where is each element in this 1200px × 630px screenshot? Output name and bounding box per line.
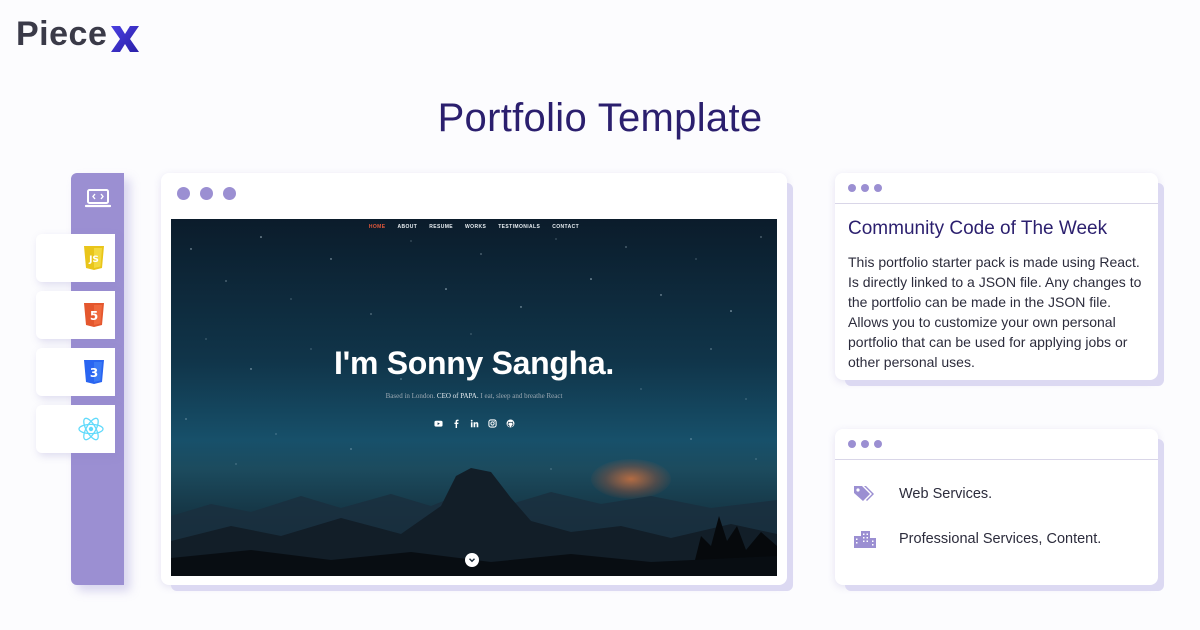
logo-x-mark <box>111 26 140 52</box>
logo-text: Piece <box>16 15 108 53</box>
svg-text:3: 3 <box>90 366 98 380</box>
hero-sub-post: I eat, sleep and breathe React <box>478 392 563 400</box>
scroll-down-button[interactable] <box>465 553 479 567</box>
tech-card-html5: 5 <box>36 291 115 339</box>
css3-icon: 3 <box>84 360 104 384</box>
industry-row: Professional Services, Content. <box>853 529 1101 549</box>
window-dot <box>200 187 213 200</box>
linkedin-icon <box>470 419 479 428</box>
card-header <box>835 173 1158 204</box>
tag-icon <box>854 486 874 501</box>
youtube-icon <box>433 419 443 428</box>
card-dots <box>848 184 882 192</box>
html5-icon: 5 <box>84 303 104 327</box>
tech-card-react <box>36 405 115 453</box>
window-dots <box>177 187 236 200</box>
hero-social-icons <box>171 419 777 428</box>
svg-text:JS: JS <box>88 255 99 265</box>
community-code-card: Community Code of The Week This portfoli… <box>835 173 1158 380</box>
card-description: This portfolio starter pack is made usin… <box>848 254 1142 370</box>
piecex-logo[interactable]: Piece <box>16 14 141 54</box>
product-info-card: Web Services. Professional Services, Con… <box>835 429 1158 585</box>
buildings-icon <box>854 531 876 548</box>
preview-nav-item: RESUME <box>429 224 454 230</box>
card-header <box>835 429 1158 460</box>
window-dot <box>177 187 190 200</box>
card-dots <box>848 440 882 448</box>
category-label: Web Services. <box>899 486 993 502</box>
hero-sub-pre: Based in London. <box>385 392 437 400</box>
portfolio-preview-window: HOME ABOUT RESUME WORKS TESTIMONIALS CON… <box>161 173 787 585</box>
preview-nav-item: HOME <box>368 224 386 230</box>
window-dot <box>874 440 882 448</box>
facebook-icon <box>452 419 461 428</box>
window-dot <box>223 187 236 200</box>
window-dot <box>861 440 869 448</box>
react-icon <box>78 417 104 441</box>
preview-nav-item: WORKS <box>465 224 487 230</box>
svg-text:5: 5 <box>90 309 98 323</box>
instagram-icon <box>487 419 497 428</box>
github-icon <box>506 419 515 428</box>
preview-nav: HOME ABOUT RESUME WORKS TESTIMONIALS CON… <box>171 224 777 230</box>
javascript-icon: JS <box>84 246 104 270</box>
tech-card-css3: 3 <box>36 348 115 396</box>
window-dot <box>861 184 869 192</box>
portfolio-hero-screenshot: HOME ABOUT RESUME WORKS TESTIMONIALS CON… <box>171 219 777 576</box>
chevron-down-icon <box>469 558 475 563</box>
hero-subtitle: Based in London. CEO of PAPA. I eat, sle… <box>171 392 777 400</box>
preview-nav-item: ABOUT <box>397 224 418 230</box>
page-title: Portfolio Template <box>437 96 763 140</box>
window-dot <box>848 440 856 448</box>
industry-label: Professional Services, Content. <box>899 531 1102 547</box>
category-row: Web Services. <box>853 484 992 504</box>
preview-nav-item: TESTIMONIALS <box>498 224 541 230</box>
code-laptop-icon <box>85 189 111 208</box>
hero-name: I'm Sonny Sangha. <box>334 345 614 381</box>
window-dot <box>874 184 882 192</box>
card-title: Community Code of The Week <box>848 218 1108 239</box>
window-dot <box>848 184 856 192</box>
preview-nav-item: CONTACT <box>552 224 580 230</box>
tech-card-javascript: JS <box>36 234 115 282</box>
hero-sub-bold: CEO of PAPA. <box>436 392 479 400</box>
